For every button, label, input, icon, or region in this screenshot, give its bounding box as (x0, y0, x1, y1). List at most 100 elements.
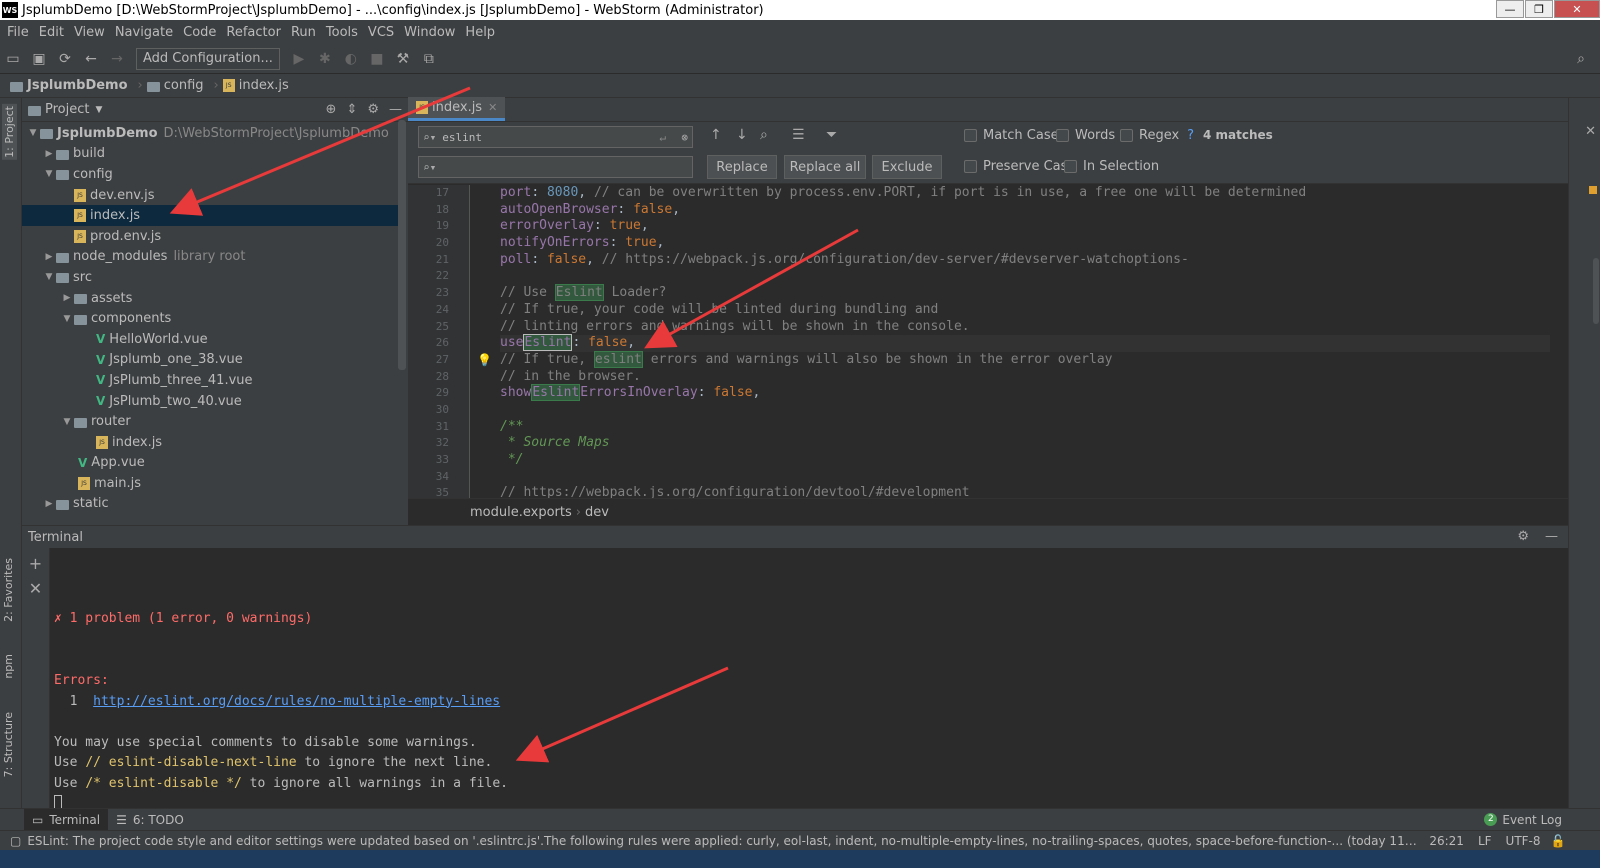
hide-icon[interactable]: — (389, 102, 402, 117)
tree-item-src[interactable]: ▼ src (22, 267, 400, 288)
in-selection-checkbox[interactable]: In Selection (1064, 159, 1159, 174)
tab-structure[interactable]: 7: Structure (2, 712, 15, 777)
title-bar: WS JsplumbDemo [D:\WebStormProject\Jsplu… (0, 0, 1600, 20)
gear-icon[interactable]: ⚙ (367, 102, 379, 117)
menu-vcs[interactable]: VCS (363, 25, 399, 40)
file-encoding[interactable]: UTF-8 (1506, 834, 1541, 848)
sync-icon[interactable]: ⟳ (52, 47, 78, 71)
collapse-all-icon[interactable]: ⇕ (346, 102, 357, 117)
breadcrumb-config[interactable]: config (146, 78, 210, 93)
add-configuration-button[interactable]: Add Configuration... (136, 47, 280, 70)
tree-item-index-js[interactable]: JS index.js (22, 205, 400, 226)
eslint-rule-link[interactable]: http://eslint.org/docs/rules/no-multiple… (93, 694, 500, 709)
lock-icon[interactable]: 🔓 (1551, 834, 1566, 848)
tab-project[interactable]: 1: Project (2, 104, 17, 160)
project-scrollbar[interactable] (398, 120, 406, 370)
exclude-button[interactable]: Exclude (872, 155, 942, 179)
match-case-checkbox[interactable]: Match Case (964, 128, 1059, 143)
tree-item-router-index[interactable]: JS index.js (22, 432, 400, 453)
maximize-button[interactable]: ❐ (1525, 0, 1553, 18)
intention-bulb-icon[interactable]: 💡 (477, 353, 492, 367)
preserve-case-checkbox[interactable]: Preserve Case (964, 159, 1075, 174)
close-session-icon[interactable]: ✕ (22, 579, 49, 598)
tab-npm[interactable]: npm (2, 654, 15, 679)
words-checkbox[interactable]: Words (1056, 128, 1115, 143)
tree-item-static[interactable]: ▶ static (22, 494, 400, 515)
tab-event-log[interactable]: 2 Event Log (1476, 809, 1570, 831)
regex-checkbox[interactable]: Regex? (1120, 128, 1194, 143)
line-separator[interactable]: LF (1478, 834, 1492, 848)
menu-refactor[interactable]: Refactor (221, 25, 286, 40)
tree-item-node-modules[interactable]: ▶ node_modules library root (22, 247, 400, 268)
tree-item-root[interactable]: ▼ JsplumbDemo D:\WebStormProject\JsplumbDe… (22, 123, 400, 144)
code-content[interactable]: port: 8080, // can be overwritten by pro… (500, 185, 1550, 498)
tree-item-app-vue[interactable]: V App.vue (22, 453, 400, 474)
status-message[interactable]: ESLint: The project code style and edito… (27, 834, 1417, 848)
tree-item-main-js[interactable]: JS main.js (22, 473, 400, 494)
breadcrumb-project[interactable]: JsplumbDemo (10, 78, 134, 93)
tree-item-prod-env[interactable]: JS prod.env.js (22, 226, 400, 247)
replace-button[interactable]: Replace (707, 155, 777, 179)
settings-wrench-icon[interactable]: ⚒ (390, 47, 416, 71)
select-all-occurrences-icon[interactable]: ☰ (792, 127, 805, 143)
tree-item-assets[interactable]: ▶ assets (22, 288, 400, 309)
locate-icon[interactable]: ⊕ (326, 102, 337, 117)
close-tab-icon[interactable]: ✕ (488, 101, 497, 114)
tree-item-jsplumb-one[interactable]: V Jsplumb_one_38.vue (22, 350, 400, 371)
save-all-icon[interactable]: ▣ (26, 47, 52, 71)
project-structure-icon[interactable]: ⧉ (416, 47, 442, 71)
terminal-output[interactable]: ✗ 1 problem (1 error, 0 warnings) Errors… (54, 568, 508, 815)
clear-search-icon[interactable]: ⊗ (681, 131, 688, 144)
editor-scrollbar[interactable] (1593, 258, 1599, 324)
replace-all-button[interactable]: Replace all (784, 155, 866, 179)
previous-occurrence-icon[interactable]: ↑ (710, 127, 722, 143)
tree-item-router[interactable]: ▼ router (22, 411, 400, 432)
tree-item-config[interactable]: ▼ config (22, 164, 400, 185)
new-session-icon[interactable]: + (22, 554, 49, 573)
cursor-position[interactable]: 26:21 (1429, 834, 1464, 848)
open-folder-icon[interactable]: ▭ (0, 47, 26, 71)
run-icon[interactable]: ▶ (286, 47, 312, 71)
stop-icon[interactable]: ■ (364, 47, 390, 71)
menu-tools[interactable]: Tools (321, 25, 363, 40)
tree-item-jsplumb-two[interactable]: V JsPlumb_two_40.vue (22, 391, 400, 412)
tab-favorites[interactable]: 2: Favorites (2, 558, 15, 622)
editor-crumb-dev[interactable]: dev (585, 505, 609, 520)
hide-icon[interactable]: — (1545, 529, 1558, 544)
debug-icon[interactable]: ✱ (312, 47, 338, 71)
menu-view[interactable]: View (69, 25, 110, 40)
breadcrumb-file[interactable]: JS index.js (222, 78, 295, 93)
filter-icon[interactable]: ⏷ (826, 127, 837, 143)
gear-icon[interactable]: ⚙ (1517, 529, 1529, 544)
search-input[interactable]: ⌕▾ eslint ↵ ⊗ (418, 126, 693, 148)
menu-window[interactable]: Window (399, 25, 460, 40)
tree-item-components[interactable]: ▼ components (22, 308, 400, 329)
next-occurrence-icon[interactable]: ↓ (736, 127, 748, 143)
tab-index-js[interactable]: JS index.js ✕ (408, 97, 506, 121)
find-all-icon[interactable]: ⌕ (760, 127, 768, 143)
back-icon[interactable]: ← (78, 47, 104, 71)
menu-file[interactable]: File (2, 25, 34, 40)
regex-help-link[interactable]: ? (1187, 128, 1194, 143)
replace-input[interactable]: ⌕▾ (418, 156, 693, 178)
editor-crumb-module-exports[interactable]: module.exports (470, 505, 572, 520)
close-find-icon[interactable]: ✕ (1585, 124, 1596, 139)
menu-run[interactable]: Run (286, 25, 321, 40)
tree-item-build[interactable]: ▶ build (22, 144, 400, 165)
tab-todo[interactable]: ☰ 6: TODO (108, 809, 192, 831)
tab-terminal[interactable]: ▭ Terminal (24, 808, 109, 831)
menu-edit[interactable]: Edit (34, 25, 69, 40)
forward-icon[interactable]: → (104, 47, 130, 71)
menu-code[interactable]: Code (178, 25, 221, 40)
tree-item-dev-env[interactable]: JS dev.env.js (22, 185, 400, 206)
status-toggle-icon[interactable]: ▢ (10, 834, 21, 848)
tree-item-jsplumb-three[interactable]: V JsPlumb_three_41.vue (22, 370, 400, 391)
search-everywhere-icon[interactable]: ⌕ (1568, 47, 1594, 71)
menu-help[interactable]: Help (460, 25, 500, 40)
coverage-icon[interactable]: ◐ (338, 47, 364, 71)
tree-item-helloworld[interactable]: V HelloWorld.vue (22, 329, 400, 350)
menu-navigate[interactable]: Navigate (110, 25, 178, 40)
close-window-button[interactable]: ✕ (1554, 0, 1600, 18)
project-view-selector[interactable]: Project ▼ (28, 102, 102, 117)
minimize-button[interactable]: — (1496, 0, 1524, 18)
